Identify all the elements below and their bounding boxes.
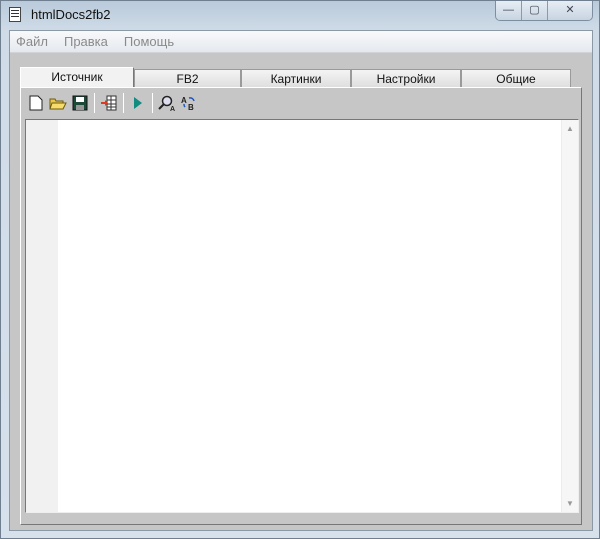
toolbar-separator [94,93,95,113]
vertical-scrollbar[interactable]: ▲ ▼ [561,120,578,512]
app-icon[interactable] [9,7,21,22]
source-panel: A AB ▲ ▼ [20,87,582,525]
tab-bar: Источник FB2 Картинки Настройки Общие [20,67,571,89]
window-title: htmlDocs2fb2 [31,7,111,22]
scroll-up-arrow[interactable]: ▲ [566,124,574,133]
open-folder-icon[interactable] [47,92,69,114]
menu-edit[interactable]: Правка [64,34,108,49]
window: htmlDocs2fb2 — ▢ ✕ Файл Правка Помощь Ис… [0,0,600,539]
line-number-gutter [26,120,58,512]
toolbar-separator [152,93,153,113]
maximize-button[interactable]: ▢ [522,1,548,20]
tab-source[interactable]: Источник [20,67,134,89]
save-icon[interactable] [69,92,91,114]
toolbar: A AB [25,91,200,115]
find-icon[interactable]: A [156,92,178,114]
close-button[interactable]: ✕ [548,1,592,20]
tab-images[interactable]: Картинки [241,69,351,89]
run-icon[interactable] [127,92,149,114]
menu-help[interactable]: Помощь [124,34,174,49]
menu-file[interactable]: Файл [16,34,48,49]
tab-fb2[interactable]: FB2 [134,69,241,89]
menu-bar: Файл Правка Помощь [10,31,592,53]
minimize-button[interactable]: — [496,1,522,20]
tab-settings[interactable]: Настройки [351,69,461,89]
import-table-icon[interactable] [98,92,120,114]
svg-text:A: A [181,96,187,105]
tab-general[interactable]: Общие [461,69,571,89]
svg-text:A: A [170,106,175,111]
title-bar[interactable]: htmlDocs2fb2 — ▢ ✕ [1,1,600,29]
replace-icon[interactable]: AB [178,92,200,114]
toolbar-separator [123,93,124,113]
new-file-icon[interactable] [25,92,47,114]
scroll-down-arrow[interactable]: ▼ [566,499,574,508]
source-text-area[interactable] [58,120,561,512]
svg-text:B: B [188,103,194,111]
client-area: Файл Правка Помощь Источник FB2 Картинки… [9,30,593,531]
source-editor[interactable]: ▲ ▼ [25,119,579,513]
